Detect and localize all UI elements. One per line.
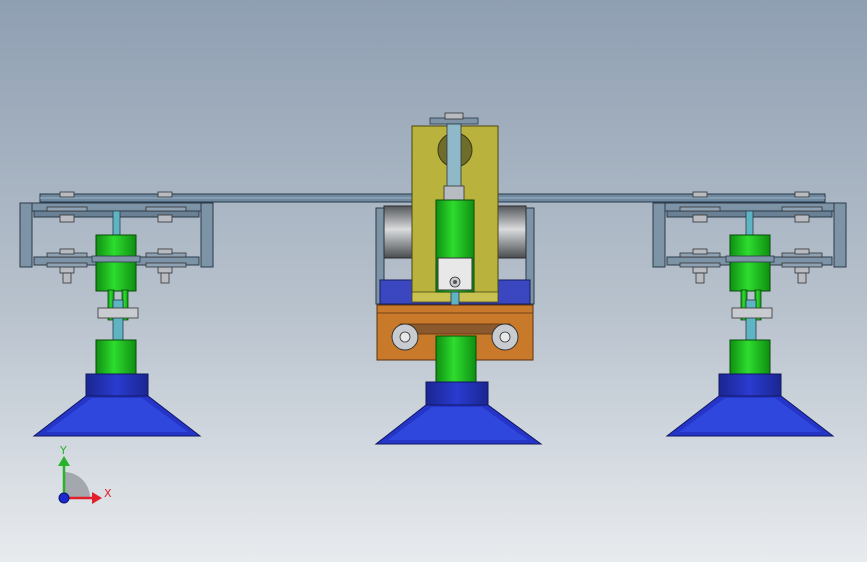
x-axis-label: X	[104, 487, 112, 500]
right-cylinder-lower	[729, 339, 771, 375]
left-suction-unit[interactable]	[19, 191, 214, 437]
y-axis-label: Y	[59, 444, 67, 457]
center-cylinder-lower	[435, 335, 477, 383]
left-cylinder-upper	[95, 234, 137, 292]
right-suction-unit[interactable]	[652, 191, 847, 437]
z-axis-icon	[58, 492, 70, 504]
cad-viewport[interactable]: Y X	[0, 0, 867, 562]
gripper-assembly-model[interactable]: Y X	[0, 0, 867, 562]
axis-triad: Y X	[58, 444, 112, 504]
left-cylinder-lower	[95, 339, 137, 375]
right-cylinder-upper	[729, 234, 771, 292]
center-suction-unit[interactable]	[374, 112, 543, 445]
